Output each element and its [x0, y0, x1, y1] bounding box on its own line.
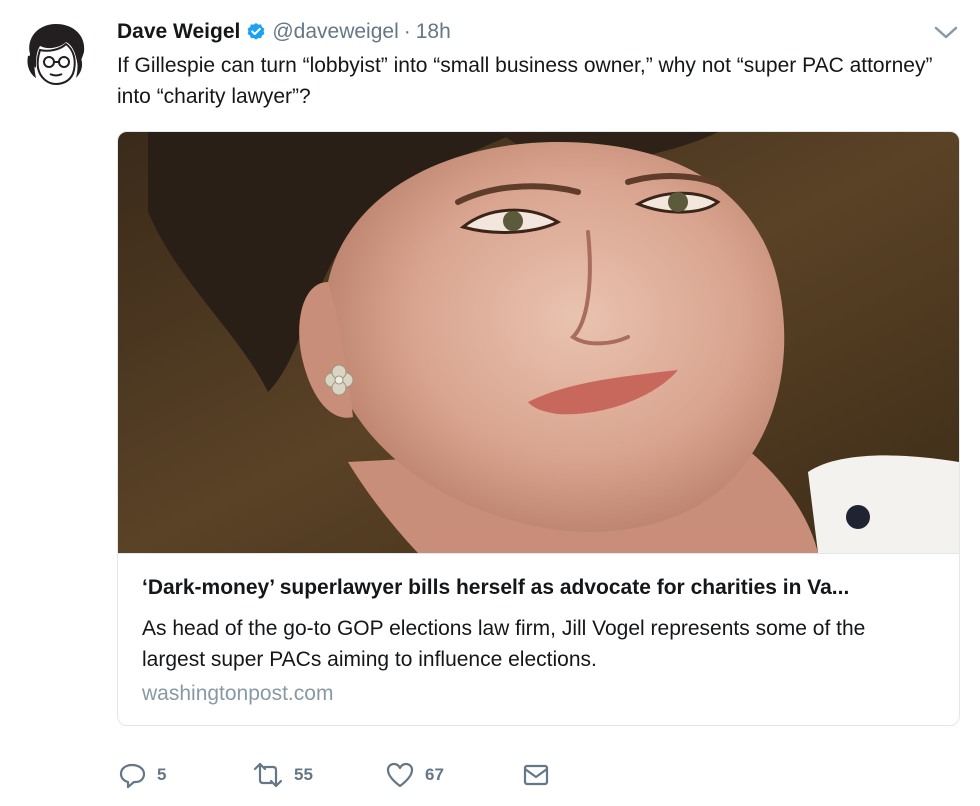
- card-body: ‘Dark-money’ superlawyer bills herself a…: [118, 553, 959, 725]
- retweet-count: 55: [294, 765, 313, 784]
- author-name[interactable]: Dave Weigel: [117, 20, 240, 44]
- card-photo: [118, 132, 959, 553]
- verified-badge-icon: [246, 22, 266, 42]
- like-button[interactable]: 67: [385, 758, 444, 792]
- tweet-actions: 5 55 67: [117, 758, 577, 792]
- retweet-button[interactable]: 55: [252, 758, 313, 792]
- heart-icon: [385, 760, 415, 790]
- card-title[interactable]: ‘Dark-money’ superlawyer bills herself a…: [142, 576, 942, 600]
- header-separator: ·: [403, 20, 411, 43]
- avatar[interactable]: [22, 20, 90, 88]
- retweet-icon: [252, 760, 284, 790]
- avatar-illustration: [27, 24, 85, 86]
- card-image[interactable]: [118, 132, 959, 553]
- tweet-text: If Gillespie can turn “lobbyist” into “s…: [117, 54, 933, 108]
- direct-message-button[interactable]: [522, 758, 550, 792]
- tweet-header: Dave Weigel @daveweigel · 18h: [117, 16, 451, 48]
- tweet-timestamp[interactable]: 18h: [416, 20, 451, 44]
- link-card[interactable]: ‘Dark-money’ superlawyer bills herself a…: [117, 131, 960, 726]
- reply-count: 5: [157, 765, 167, 784]
- reply-icon: [117, 760, 147, 790]
- chevron-down-icon[interactable]: [932, 22, 960, 42]
- like-count: 67: [425, 765, 444, 784]
- card-domain[interactable]: washingtonpost.com: [142, 682, 333, 706]
- tweet: Dave Weigel @daveweigel · 18h If Gillesp…: [0, 0, 980, 806]
- card-description: As head of the go-to GOP elections law f…: [142, 617, 866, 671]
- author-handle[interactable]: @daveweigel: [272, 20, 398, 44]
- reply-button[interactable]: 5: [117, 758, 166, 792]
- envelope-icon: [522, 760, 550, 790]
